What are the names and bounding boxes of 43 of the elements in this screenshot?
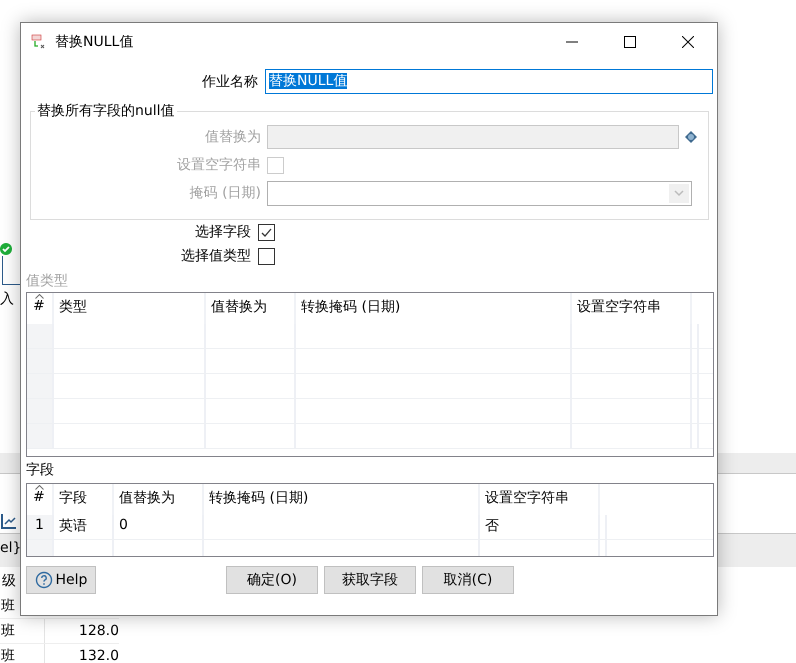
column-header[interactable]: 值替换为 bbox=[119, 490, 175, 506]
table-cell: 128.0 bbox=[44, 619, 119, 643]
variable-icon[interactable] bbox=[685, 131, 697, 143]
close-icon bbox=[682, 36, 694, 48]
tab-label[interactable]: el} bbox=[0, 540, 22, 556]
sort-icon[interactable] bbox=[35, 294, 44, 299]
table-cell-text: 班 bbox=[0, 647, 16, 663]
table-cell: 0 bbox=[114, 515, 204, 539]
table-cell: 英语 bbox=[54, 515, 114, 539]
table-cell-text: 班 bbox=[0, 622, 16, 640]
row-header-cell: 1 bbox=[27, 515, 54, 539]
chart-icon[interactable] bbox=[0, 512, 18, 530]
maximize-icon bbox=[624, 36, 636, 48]
column-header: 级 bbox=[2, 572, 16, 590]
section-title: 值类型 bbox=[26, 272, 68, 290]
node-label: 入 bbox=[0, 290, 14, 308]
help-icon bbox=[34, 571, 53, 589]
group-title: 替换所有字段的null值 bbox=[36, 102, 176, 120]
dialog-button[interactable]: 确定(O) bbox=[226, 566, 318, 594]
select-value-types-label: 选择值类型 bbox=[180, 247, 252, 265]
job-name-field[interactable]: 替换NULL值 bbox=[265, 69, 713, 94]
set-empty-string-label: 设置空字符串 bbox=[176, 156, 261, 174]
section-title: 字段 bbox=[26, 461, 54, 479]
job-name-label: 作业名称 bbox=[201, 72, 259, 90]
window-title: 替换NULL值 bbox=[55, 33, 134, 51]
dialog-button[interactable]: 获取字段 bbox=[324, 566, 416, 594]
checkbox[interactable] bbox=[258, 224, 275, 240]
mask-label: 掩码 (日期) bbox=[188, 184, 261, 202]
column-header[interactable]: # bbox=[33, 489, 45, 505]
chevron-down-icon bbox=[674, 189, 684, 197]
checkbox[interactable] bbox=[258, 248, 275, 264]
table-cell: 否 bbox=[480, 515, 600, 539]
replace-null-icon bbox=[31, 34, 47, 50]
column-header[interactable]: 转换掩码 (日期) bbox=[209, 490, 308, 506]
column-header[interactable]: 设置空字符串 bbox=[485, 490, 569, 506]
column-header[interactable]: 字段 bbox=[59, 490, 87, 506]
sort-icon[interactable] bbox=[35, 485, 44, 490]
replace-with-label: 值替换为 bbox=[204, 128, 261, 146]
select-fields-label: 选择字段 bbox=[194, 223, 252, 241]
dialog-button[interactable]: 取消(C) bbox=[422, 566, 514, 594]
table-cell: 132.0 bbox=[44, 644, 119, 663]
help-button[interactable]: Help bbox=[26, 566, 96, 594]
table-cell-text: 班 bbox=[0, 597, 16, 615]
